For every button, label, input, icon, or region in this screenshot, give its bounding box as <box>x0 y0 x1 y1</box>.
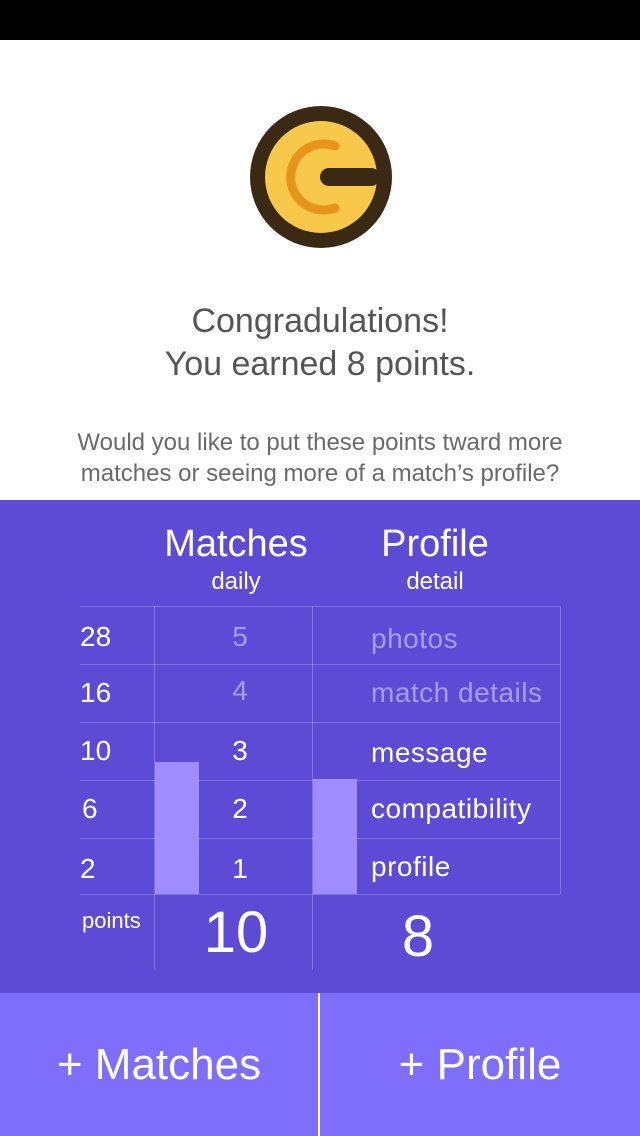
points-label: points <box>82 908 141 933</box>
profile-subtitle: detail <box>406 568 464 595</box>
matches-level-bar <box>155 762 199 894</box>
row-points: 16 <box>80 677 112 708</box>
row-matches: 5 <box>232 621 248 652</box>
row-matches: 1 <box>232 853 248 884</box>
add-profile-button[interactable]: + Profile <box>320 993 640 1136</box>
title-line-1: Congradulations! <box>191 302 449 340</box>
row-profile: profile <box>371 851 451 882</box>
coin-logo-icon <box>250 106 392 248</box>
question-text: Would you like to put these points tward… <box>0 427 640 489</box>
congratulations-title: Congradulations! You earned 8 points. <box>0 300 640 386</box>
profile-total: 8 <box>401 904 435 969</box>
row-points: 10 <box>80 735 112 766</box>
row-points: 6 <box>82 793 98 824</box>
row-matches: 2 <box>232 793 248 824</box>
profile-column-header: Profile detail <box>350 522 520 596</box>
row-points: 28 <box>80 621 112 652</box>
profile-level-bar <box>313 779 357 894</box>
row-matches: 4 <box>232 675 248 706</box>
row-profile: photos <box>371 623 459 654</box>
grid-line <box>80 606 560 607</box>
status-bar <box>0 0 640 40</box>
row-profile: match details <box>371 677 543 708</box>
points-allocation-panel: Matches daily Profile detail 28 5 photos… <box>0 500 640 993</box>
question-line-1: Would you like to put these points tward… <box>77 429 563 456</box>
grid-line <box>80 722 560 723</box>
matches-title: Matches <box>164 523 308 565</box>
profile-title: Profile <box>381 523 489 565</box>
matches-column-header: Matches daily <box>150 522 322 596</box>
title-line-2: You earned 8 points. <box>164 345 476 383</box>
question-line-2: matches or seeing more of a match’s prof… <box>80 460 560 487</box>
row-matches: 3 <box>232 735 248 766</box>
row-profile: message <box>371 737 489 768</box>
row-profile: compatibility <box>371 793 532 824</box>
matches-total: 10 <box>203 900 269 965</box>
add-matches-button[interactable]: + Matches <box>0 993 318 1136</box>
row-points: 2 <box>80 853 96 884</box>
matches-subtitle: daily <box>211 568 261 595</box>
